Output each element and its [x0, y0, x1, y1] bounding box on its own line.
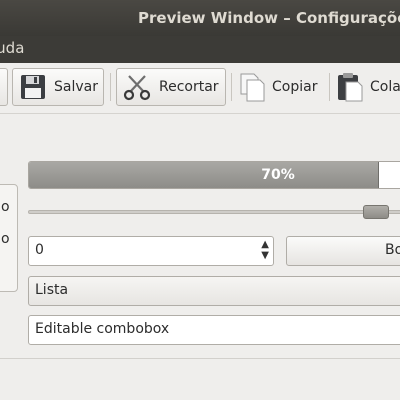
window-title: Preview Window – Configuraçõe: [138, 9, 400, 27]
main-content: o o 70% 0 ▲ ▼ Bo Lista Editable combobox: [0, 114, 400, 400]
copy-button-label: Copiar: [272, 79, 318, 95]
toolbar-partial-button[interactable]: [0, 68, 8, 106]
combobox-selected: Lista: [35, 282, 69, 298]
slider-handle[interactable]: [363, 205, 389, 219]
copy-button[interactable]: Copiar: [236, 68, 326, 106]
menu-help[interactable]: juda: [0, 39, 24, 57]
progress-bar: 70%: [28, 161, 400, 189]
left-label-1: o: [1, 199, 10, 215]
toolbar: Salvar Recortar Copiar Cola: [0, 63, 400, 114]
save-button-label: Salvar: [54, 79, 98, 95]
spinbox-arrows-icon[interactable]: ▲ ▼: [261, 239, 269, 261]
progress-text: 70%: [261, 167, 295, 183]
left-label-2: o: [1, 231, 10, 247]
menu-bar: juda: [0, 36, 400, 63]
push-button-label: Bo: [385, 242, 400, 258]
paste-button[interactable]: Cola: [334, 68, 400, 106]
spinbox[interactable]: 0 ▲ ▼: [28, 236, 274, 266]
title-bar: Preview Window – Configuraçõe: [0, 0, 400, 36]
floppy-disk-icon: [19, 73, 47, 101]
editable-combobox-value: Editable combobox: [35, 321, 170, 337]
save-button[interactable]: Salvar: [12, 68, 104, 106]
spinbox-value: 0: [35, 242, 44, 258]
cut-button-label: Recortar: [159, 79, 219, 95]
editable-combobox[interactable]: Editable combobox: [28, 315, 400, 345]
left-group-box: o o: [0, 184, 18, 292]
paste-button-label: Cola: [370, 79, 400, 95]
cut-button[interactable]: Recortar: [116, 68, 226, 106]
combobox[interactable]: Lista: [28, 276, 400, 306]
toolbar-separator: [329, 73, 330, 101]
paste-icon: [336, 72, 364, 102]
toolbar-separator: [231, 73, 232, 101]
push-button[interactable]: Bo: [286, 236, 400, 266]
copy-icon: [238, 72, 266, 102]
divider: [0, 358, 400, 359]
scissors-icon: [123, 73, 151, 101]
slider-track[interactable]: [28, 210, 400, 214]
toolbar-separator: [110, 73, 111, 101]
